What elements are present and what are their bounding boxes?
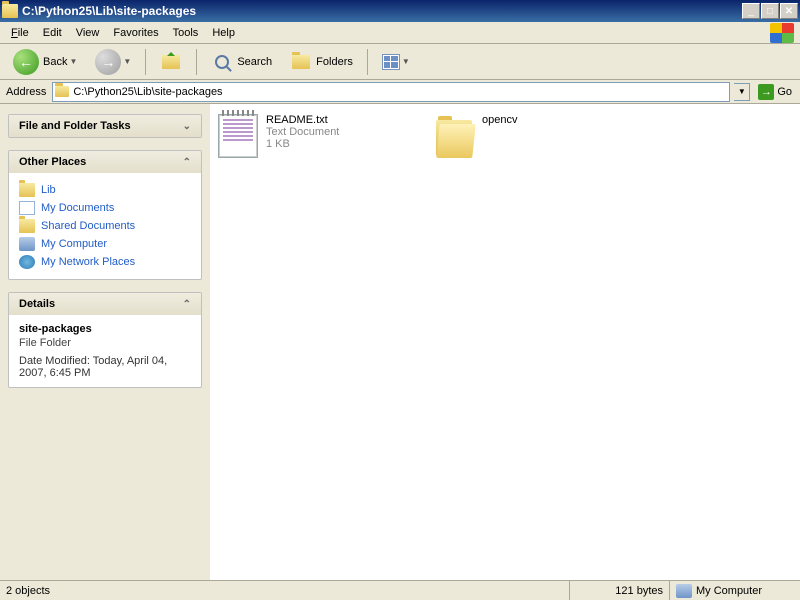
menu-file[interactable]: File bbox=[4, 25, 36, 41]
file-type: Text Document bbox=[266, 126, 339, 138]
docs-icon bbox=[19, 201, 35, 215]
tasks-panel: File and Folder Tasks ⌄ Other Places ⌃ L… bbox=[0, 104, 210, 580]
close-button[interactable]: ✕ bbox=[780, 3, 798, 19]
status-bytes: 121 bytes bbox=[570, 581, 670, 600]
folder-icon bbox=[55, 86, 69, 97]
views-icon bbox=[382, 54, 400, 70]
folders-label: Folders bbox=[316, 56, 353, 68]
net-icon bbox=[19, 255, 35, 269]
text-file-icon bbox=[218, 114, 258, 158]
details-header[interactable]: Details ⌃ bbox=[9, 293, 201, 315]
up-folder-icon bbox=[162, 55, 180, 69]
file-folder-tasks-box: File and Folder Tasks ⌄ bbox=[8, 114, 202, 138]
chevron-up-icon: ⌃ bbox=[183, 299, 191, 310]
back-arrow-icon: ← bbox=[13, 49, 39, 75]
chevron-down-icon: ▼ bbox=[69, 57, 77, 66]
address-input-wrapper[interactable] bbox=[52, 82, 730, 102]
separator bbox=[145, 49, 146, 75]
address-bar: Address ▼ → Go bbox=[0, 80, 800, 104]
file-folder-tasks-header[interactable]: File and Folder Tasks ⌄ bbox=[9, 115, 201, 137]
file-name: README.txt bbox=[266, 114, 339, 126]
back-label: Back bbox=[43, 56, 67, 68]
file-pane[interactable]: README.txtText Document1 KB opencv bbox=[210, 104, 800, 580]
separator bbox=[196, 49, 197, 75]
address-input[interactable] bbox=[73, 84, 727, 100]
window-title: C:\Python25\Lib\site-packages bbox=[22, 4, 742, 18]
folder-icon bbox=[2, 4, 18, 18]
details-type: File Folder bbox=[19, 337, 191, 349]
place-link-my-computer[interactable]: My Computer bbox=[19, 235, 191, 253]
place-label: My Documents bbox=[41, 202, 114, 214]
up-button[interactable] bbox=[153, 48, 189, 76]
file-name: opencv bbox=[482, 114, 517, 126]
search-button[interactable]: Search bbox=[204, 48, 279, 76]
folder-icon bbox=[19, 219, 35, 233]
address-dropdown[interactable]: ▼ bbox=[734, 83, 750, 101]
go-button[interactable]: → Go bbox=[754, 82, 796, 102]
computer-icon bbox=[676, 584, 692, 598]
chevron-up-icon: ⌃ bbox=[183, 157, 191, 168]
details-box: Details ⌃ site-packages File Folder Date… bbox=[8, 292, 202, 388]
status-objects: 2 objects bbox=[0, 581, 570, 600]
folders-button[interactable]: Folders bbox=[283, 48, 360, 76]
chevron-down-icon: ⌄ bbox=[183, 121, 191, 132]
place-label: Lib bbox=[41, 184, 56, 196]
back-button[interactable]: ← Back ▼ bbox=[6, 48, 84, 76]
views-button[interactable]: ▼ bbox=[375, 48, 417, 76]
folder-icon bbox=[19, 183, 35, 197]
chevron-down-icon: ▼ bbox=[402, 57, 410, 66]
menu-view[interactable]: View bbox=[69, 25, 107, 41]
place-link-shared-documents[interactable]: Shared Documents bbox=[19, 217, 191, 235]
minimize-button[interactable]: _ bbox=[742, 3, 760, 19]
go-icon: → bbox=[758, 84, 774, 100]
place-label: My Network Places bbox=[41, 256, 135, 268]
comp-icon bbox=[19, 237, 35, 251]
menu-file-label: ile bbox=[18, 27, 29, 39]
separator bbox=[367, 49, 368, 75]
place-label: Shared Documents bbox=[41, 220, 135, 232]
details-name: site-packages bbox=[19, 323, 191, 335]
status-zone: My Computer bbox=[696, 585, 762, 597]
other-places-box: Other Places ⌃ Lib My Documents Shared Doc… bbox=[8, 150, 202, 280]
place-link-my-documents[interactable]: My Documents bbox=[19, 199, 191, 217]
place-link-lib[interactable]: Lib bbox=[19, 181, 191, 199]
status-bar: 2 objects 121 bytes My Computer bbox=[0, 580, 800, 600]
go-label: Go bbox=[777, 86, 792, 98]
forward-button[interactable]: → ▼ bbox=[88, 48, 138, 76]
place-label: My Computer bbox=[41, 238, 107, 250]
title-bar: C:\Python25\Lib\site-packages _ □ ✕ bbox=[0, 0, 800, 22]
file-size: 1 KB bbox=[266, 138, 339, 150]
place-link-my-network-places[interactable]: My Network Places bbox=[19, 253, 191, 271]
folder-icon bbox=[434, 114, 474, 158]
chevron-down-icon: ▼ bbox=[123, 57, 131, 66]
maximize-button[interactable]: □ bbox=[761, 3, 779, 19]
toolbar: ← Back ▼ → ▼ Search Folders ▼ bbox=[0, 44, 800, 80]
menu-help[interactable]: Help bbox=[205, 25, 242, 41]
menu-tools[interactable]: Tools bbox=[166, 25, 206, 41]
other-places-header[interactable]: Other Places ⌃ bbox=[9, 151, 201, 173]
details-modified: Date Modified: Today, April 04, 2007, 6:… bbox=[19, 355, 191, 379]
search-icon bbox=[215, 55, 229, 69]
folder-icon bbox=[292, 55, 310, 69]
forward-arrow-icon: → bbox=[95, 49, 121, 75]
search-label: Search bbox=[237, 56, 272, 68]
windows-flag-icon bbox=[770, 23, 794, 43]
file-item-readme-txt[interactable]: README.txtText Document1 KB bbox=[218, 114, 418, 158]
menu-edit[interactable]: Edit bbox=[36, 25, 69, 41]
file-item-opencv[interactable]: opencv bbox=[434, 114, 634, 158]
address-label: Address bbox=[4, 86, 48, 98]
menu-bar: File Edit View Favorites Tools Help bbox=[0, 22, 800, 44]
menu-favorites[interactable]: Favorites bbox=[106, 25, 165, 41]
